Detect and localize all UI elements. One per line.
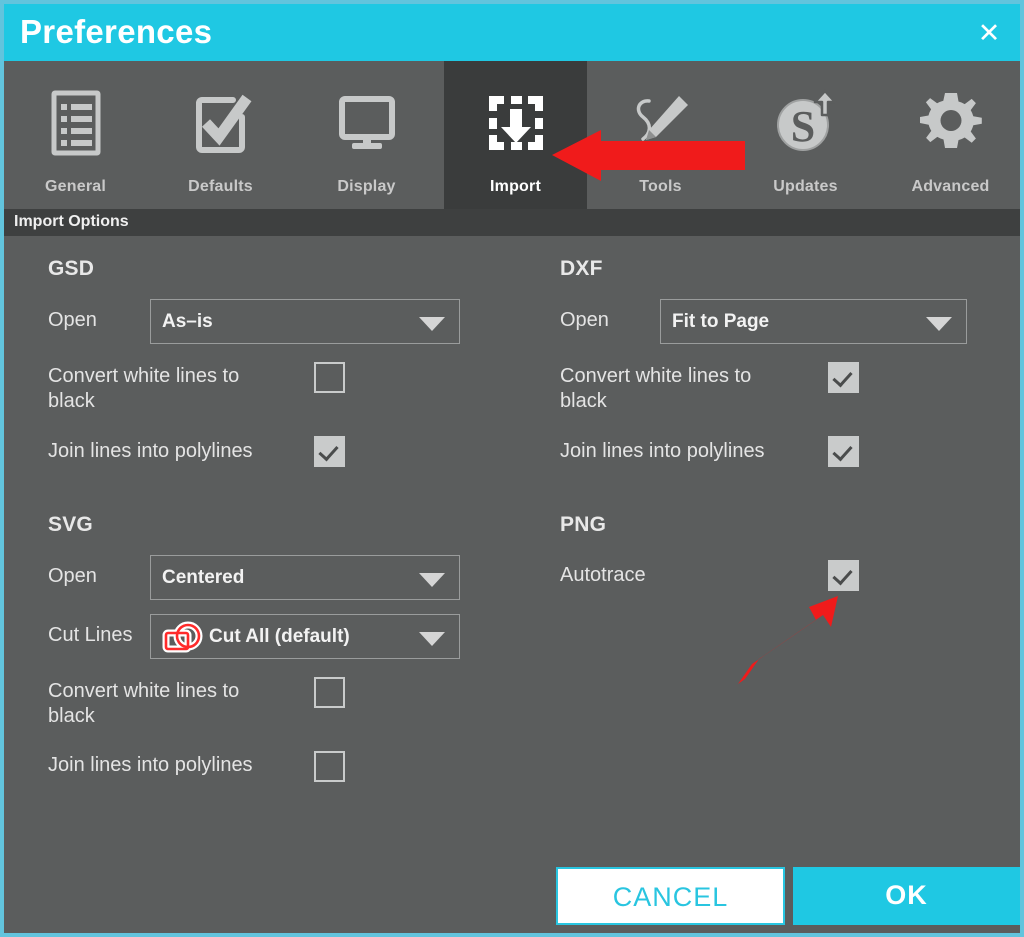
group-title-gsd: GSD — [48, 257, 95, 280]
tab-updates-label: Updates — [773, 178, 838, 195]
group-title-png: PNG — [560, 513, 607, 536]
dxf-open-label: Open — [560, 309, 609, 331]
group-title-dxf: DXF — [560, 257, 603, 280]
gsd-convert-checkbox[interactable] — [314, 362, 345, 393]
svg-convert-checkbox[interactable] — [314, 677, 345, 708]
svg-cutlines-label: Cut Lines — [48, 624, 133, 646]
tab-general[interactable]: General — [4, 61, 147, 214]
ok-button[interactable]: OK — [793, 867, 1020, 925]
checkbox-check-icon — [185, 87, 257, 159]
svg-cutlines-value: Cut All (default) — [209, 626, 350, 647]
page-title: Preferences — [20, 13, 213, 50]
dxf-open-dropdown[interactable]: Fit to Page — [660, 299, 967, 344]
titlebar: Preferences ✕ — [4, 4, 1020, 61]
tab-defaults-label: Defaults — [188, 178, 253, 195]
gsd-join-checkbox[interactable] — [314, 436, 345, 467]
pencil-draw-icon — [625, 87, 697, 159]
dxf-convert-checkbox[interactable] — [828, 362, 859, 393]
tab-advanced[interactable]: Advanced — [879, 61, 1020, 214]
svg-convert-label: Convert white lines to black — [48, 680, 240, 727]
chevron-down-icon — [926, 317, 952, 331]
section-header-label: Import Options — [14, 213, 129, 230]
tab-defaults[interactable]: Defaults — [149, 61, 292, 214]
gsd-open-label: Open — [48, 309, 97, 331]
tab-updates[interactable]: S Updates — [734, 61, 877, 214]
tab-tools[interactable]: Tools — [589, 61, 732, 214]
svg-open-label: Open — [48, 565, 97, 587]
s-upload-icon: S — [770, 87, 842, 159]
dxf-join-checkbox[interactable] — [828, 436, 859, 467]
svg-join-label: Join lines into polylines — [48, 754, 253, 776]
svg-join-checkbox[interactable] — [314, 751, 345, 782]
svg-cutlines-dropdown[interactable]: Cut All (default) — [150, 614, 460, 659]
dxf-open-value: Fit to Page — [672, 311, 770, 332]
svg-open-dropdown[interactable]: Centered — [150, 555, 460, 600]
monitor-icon — [331, 87, 403, 159]
list-document-icon — [40, 87, 112, 159]
png-autotrace-label: Autotrace — [560, 564, 646, 586]
tab-import[interactable]: Import — [444, 61, 587, 214]
gsd-join-label: Join lines into polylines — [48, 440, 253, 462]
close-icon[interactable]: ✕ — [972, 17, 1006, 49]
gsd-convert-label: Convert white lines to black — [48, 365, 240, 412]
gsd-open-value: As–is — [162, 311, 213, 332]
tab-display[interactable]: Display — [295, 61, 438, 214]
group-title-svg: SVG — [48, 513, 93, 536]
svg-open-value: Centered — [162, 567, 245, 588]
gear-icon — [915, 87, 987, 159]
tab-import-label: Import — [490, 178, 541, 195]
tab-advanced-label: Advanced — [911, 178, 990, 195]
chevron-down-icon — [419, 317, 445, 331]
chevron-down-icon — [419, 632, 445, 646]
import-options-panel: GSD Open As–is Convert white lines to bl… — [4, 236, 1020, 933]
chevron-down-icon — [419, 573, 445, 587]
dxf-join-label: Join lines into polylines — [560, 440, 765, 462]
png-autotrace-checkbox[interactable] — [828, 560, 859, 591]
preferences-dialog: Preferences ✕ General Defaults Display I… — [0, 0, 1024, 937]
tab-general-label: General — [45, 178, 106, 195]
section-header-bar: Import Options — [4, 209, 1020, 236]
cut-all-shapes-icon — [160, 620, 208, 656]
tab-strip: General Defaults Display Import Tools S … — [4, 61, 1020, 214]
tab-display-label: Display — [337, 178, 396, 195]
tab-tools-label: Tools — [639, 178, 682, 195]
gsd-open-dropdown[interactable]: As–is — [150, 299, 460, 344]
cancel-button[interactable]: CANCEL — [556, 867, 785, 925]
dxf-convert-label: Convert white lines to black — [560, 365, 752, 412]
svg-text:S: S — [790, 102, 814, 151]
import-arrow-icon — [480, 87, 552, 159]
